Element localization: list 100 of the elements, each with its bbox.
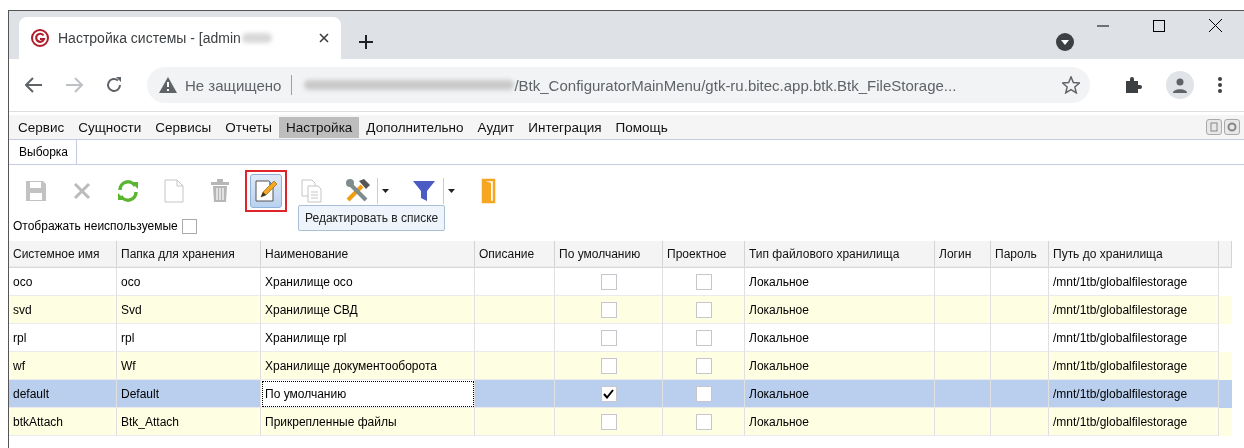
cell-text: Svd — [121, 302, 142, 317]
tooltip: Редактировать в списке — [298, 205, 446, 231]
caret-icon[interactable] — [382, 189, 389, 193]
cell-text: /mnt/1tb/globalfilestorage — [1053, 414, 1188, 429]
menu-icon[interactable] — [1218, 77, 1222, 93]
column-header[interactable]: Пароль — [991, 241, 1049, 267]
column-header[interactable]: Проектное — [663, 241, 745, 267]
cell-text: Хранилище rpl — [265, 330, 347, 345]
menu-item[interactable]: Сервисы — [148, 116, 219, 138]
document-icon — [164, 179, 184, 203]
edit-document-icon — [254, 179, 278, 203]
table-row[interactable]: btkAttach Btk_Attach Прикрепленные файлы Локальное /mnt/1tb/globalfilestorage — [9, 408, 1232, 436]
cell-text: svd — [13, 302, 32, 317]
menu-item[interactable]: Отчеты — [218, 116, 279, 138]
address-bar[interactable]: Не защищено /Btk_ConfiguratorMainMenu/gtk-ru.bitec.app.btk.Btk_FileStorage... — [147, 67, 1090, 103]
checkbox[interactable] — [695, 385, 712, 402]
menu-item[interactable]: Дополнительно — [359, 116, 471, 138]
reload-icon[interactable] — [105, 76, 123, 94]
cell-text: oco — [121, 274, 141, 289]
menu-item[interactable]: Сущности — [71, 116, 149, 138]
browser-tab[interactable]: Настройка системы - [admin — [19, 17, 341, 59]
cell-text: Локальное — [749, 302, 809, 317]
cell-text: oco — [13, 274, 33, 289]
new-tab-icon[interactable] — [359, 35, 373, 49]
funnel-icon — [412, 179, 436, 203]
refresh-icon — [116, 179, 140, 203]
menu-item[interactable]: Интеграция — [521, 116, 609, 138]
column-header[interactable]: Описание — [475, 241, 555, 267]
table-row[interactable]: wf Wf Хранилище документооборота Локальное /mnt/1tb/globalfilestorage — [9, 352, 1232, 380]
checkbox[interactable] — [695, 301, 712, 318]
close-icon[interactable] — [319, 33, 329, 43]
person-icon — [1172, 77, 1188, 93]
cell-text: Локальное — [749, 274, 809, 289]
cell-text: rpl — [13, 330, 27, 345]
cell-text: /mnt/1tb/globalfilestorage — [1053, 330, 1188, 345]
table-row[interactable]: svd Svd Хранилище СВД Локальное /mnt/1tb/globalfilestorage — [9, 296, 1232, 324]
forward-arrow-icon[interactable] — [65, 77, 83, 93]
cell-text: /mnt/1tb/globalfilestorage — [1053, 358, 1188, 373]
warning-icon — [159, 77, 177, 93]
profile-avatar[interactable] — [1166, 71, 1194, 99]
print-icon[interactable] — [1206, 119, 1222, 135]
settings-icon[interactable] — [1224, 119, 1240, 135]
dropdown-icon[interactable] — [1056, 33, 1074, 51]
column-header[interactable]: Путь до хранилища — [1049, 241, 1219, 267]
menu-item[interactable]: Аудит — [470, 116, 522, 138]
cell-text: По умолчанию — [265, 386, 347, 401]
cell-text: Хранилище осо — [265, 274, 353, 289]
cell-text: /mnt/1tb/globalfilestorage — [1053, 274, 1188, 289]
checkbox[interactable] — [695, 357, 712, 374]
column-header[interactable]: Папка для хранения — [117, 241, 261, 267]
column-header[interactable]: Логин — [935, 241, 991, 267]
checkbox[interactable] — [695, 273, 712, 290]
checkbox[interactable] — [600, 329, 617, 346]
cell-text: Default — [121, 386, 160, 401]
cell-text: Локальное — [749, 358, 809, 373]
url-text: /Btk_ConfiguratorMainMenu/gtk-ru.bitec.app.btk.Btk_FileStorage... — [514, 76, 957, 94]
puzzle-icon[interactable] — [1124, 76, 1142, 94]
menu-item[interactable]: Помощь — [608, 116, 675, 138]
caret-icon[interactable] — [448, 189, 455, 193]
show-unused-label: Отображать неиспользуемые — [13, 219, 178, 233]
menu-item[interactable]: Настройка — [278, 116, 360, 138]
edit-button[interactable] — [245, 170, 287, 212]
security-label: Не защищено — [185, 76, 282, 94]
cell-text: Wf — [121, 358, 136, 373]
blurred-mark — [241, 33, 272, 43]
checkbox[interactable] — [695, 329, 712, 346]
cell-text: btkAttach — [13, 414, 64, 429]
checkbox[interactable] — [600, 357, 617, 374]
star-icon[interactable] — [1062, 76, 1080, 94]
cell-text: Локальное — [749, 386, 809, 401]
cell-text: default — [13, 386, 50, 401]
cell-text: wf — [13, 358, 25, 373]
cell-text: Локальное — [749, 414, 809, 429]
maximize-icon[interactable] — [1153, 19, 1165, 32]
column-header[interactable]: Наименование — [261, 241, 475, 267]
checkbox[interactable] — [600, 301, 617, 318]
column-header[interactable]: Системное имя — [9, 241, 117, 267]
checkbox[interactable] — [600, 273, 617, 290]
back-arrow-icon[interactable] — [25, 77, 43, 93]
cell-text: Локальное — [749, 330, 809, 345]
checkbox[interactable] — [600, 385, 617, 402]
cell-text: Хранилище СВД — [265, 302, 358, 317]
show-unused-checkbox[interactable] — [181, 218, 197, 234]
cell-text: Прикрепленные файлы — [265, 414, 397, 429]
table-row[interactable]: default Default По умолчанию Локальное /mnt/1tb/globalfilestorage — [9, 380, 1232, 408]
cell-text: Хранилище документооборота — [265, 358, 437, 373]
copy-icon — [301, 179, 323, 203]
cell-text: rpl — [121, 330, 135, 345]
close-icon[interactable] — [1209, 19, 1222, 32]
cell-text: Btk_Attach — [121, 414, 180, 429]
filter-label: Выборка — [19, 145, 69, 159]
checkbox[interactable] — [600, 413, 617, 430]
cell-text: /mnt/1tb/globalfilestorage — [1053, 386, 1188, 401]
logo-icon — [31, 29, 49, 47]
cell-text: /mnt/1tb/globalfilestorage — [1053, 302, 1188, 317]
column-header[interactable]: По умолчанию — [555, 241, 663, 267]
column-header[interactable]: Тип файлового хранилища — [745, 241, 935, 267]
trash-icon — [210, 179, 230, 203]
menu-item[interactable]: Сервис — [11, 116, 72, 138]
checkbox[interactable] — [695, 413, 712, 430]
